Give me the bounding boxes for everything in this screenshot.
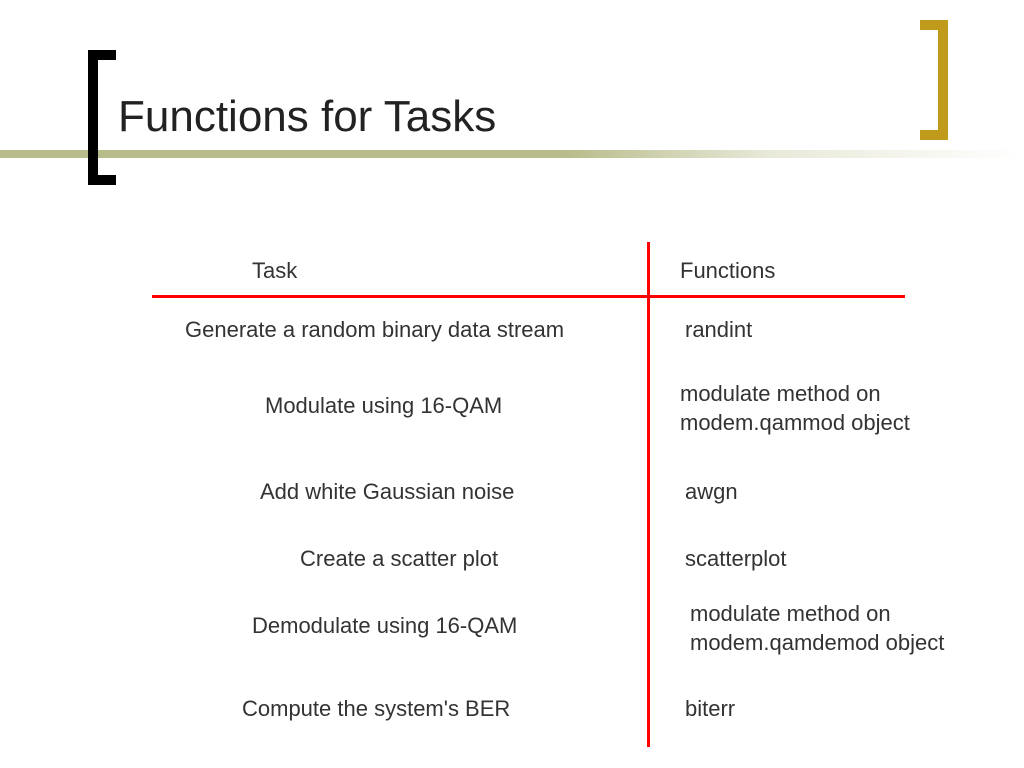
table-vertical-divider [647, 242, 650, 747]
left-bracket-icon [88, 50, 116, 185]
function-cell: awgn [685, 478, 738, 507]
function-cell: randint [685, 316, 752, 345]
table-header-functions: Functions [680, 258, 775, 284]
task-cell: Compute the system's BER [242, 695, 510, 724]
right-bracket-icon [920, 20, 948, 140]
table-header-task: Task [252, 258, 297, 284]
table-horizontal-divider [152, 295, 905, 298]
function-cell: modulate method on modem.qamdemod object [690, 600, 980, 657]
function-cell: scatterplot [685, 545, 787, 574]
task-cell: Add white Gaussian noise [260, 478, 514, 507]
function-cell: biterr [685, 695, 735, 724]
decorative-horizontal-line [0, 150, 1024, 158]
slide-title: Functions for Tasks [118, 92, 496, 142]
task-cell: Demodulate using 16-QAM [252, 612, 517, 641]
task-cell: Create a scatter plot [300, 545, 498, 574]
function-cell: modulate method on modem.qammod object [680, 380, 940, 437]
task-cell: Generate a random binary data stream [185, 316, 564, 345]
task-cell: Modulate using 16-QAM [265, 392, 502, 421]
